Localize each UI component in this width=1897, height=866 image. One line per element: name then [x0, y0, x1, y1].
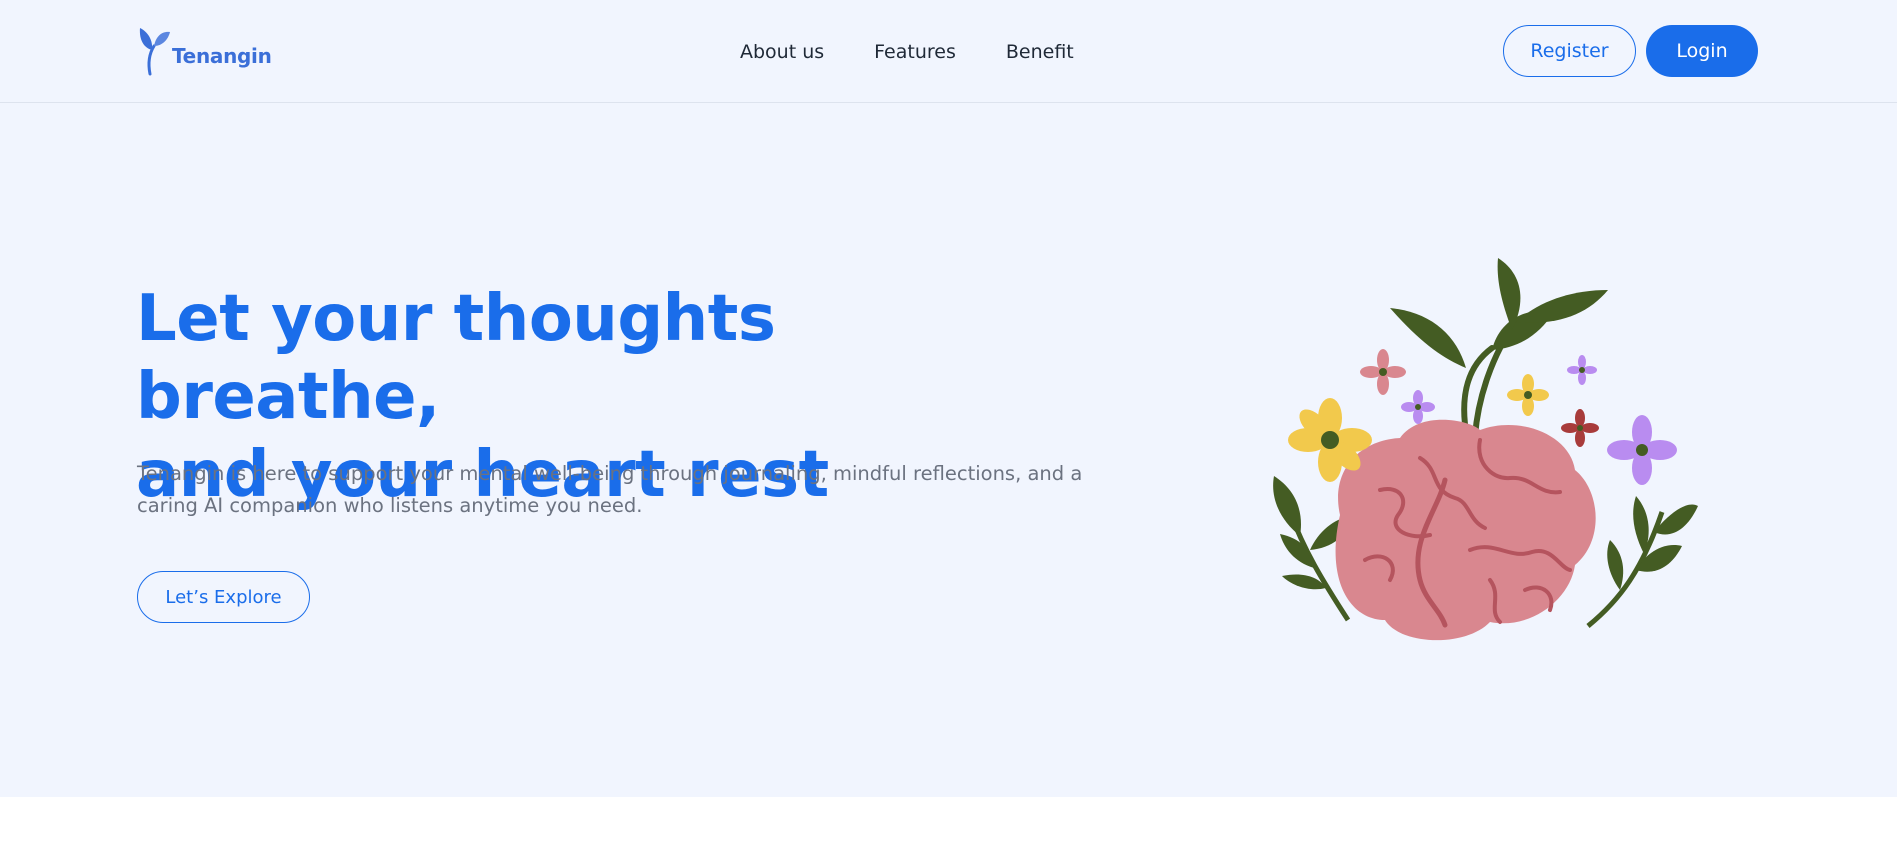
nav-about-us[interactable]: About us	[740, 41, 824, 63]
sprout-icon	[139, 28, 170, 76]
hero-title-line-1: Let your thoughts breathe,	[136, 282, 776, 434]
register-button[interactable]: Register	[1503, 25, 1636, 77]
main-nav: About us Features Benefit	[740, 41, 1074, 63]
hero-description: Tenangin is here to support your mental …	[137, 462, 1083, 517]
nav-features[interactable]: Features	[874, 41, 956, 63]
brand-name: Tenangin	[172, 44, 272, 68]
nav-benefit[interactable]: Benefit	[1006, 41, 1074, 63]
logo[interactable]: Tenangin	[136, 26, 272, 76]
brain-with-flowers-illustration	[1273, 258, 1698, 641]
site-header: Tenangin About us Features Benefit Regis…	[0, 0, 1897, 103]
login-button[interactable]: Login	[1646, 25, 1758, 77]
explore-button[interactable]: Let’s Explore	[137, 571, 310, 623]
